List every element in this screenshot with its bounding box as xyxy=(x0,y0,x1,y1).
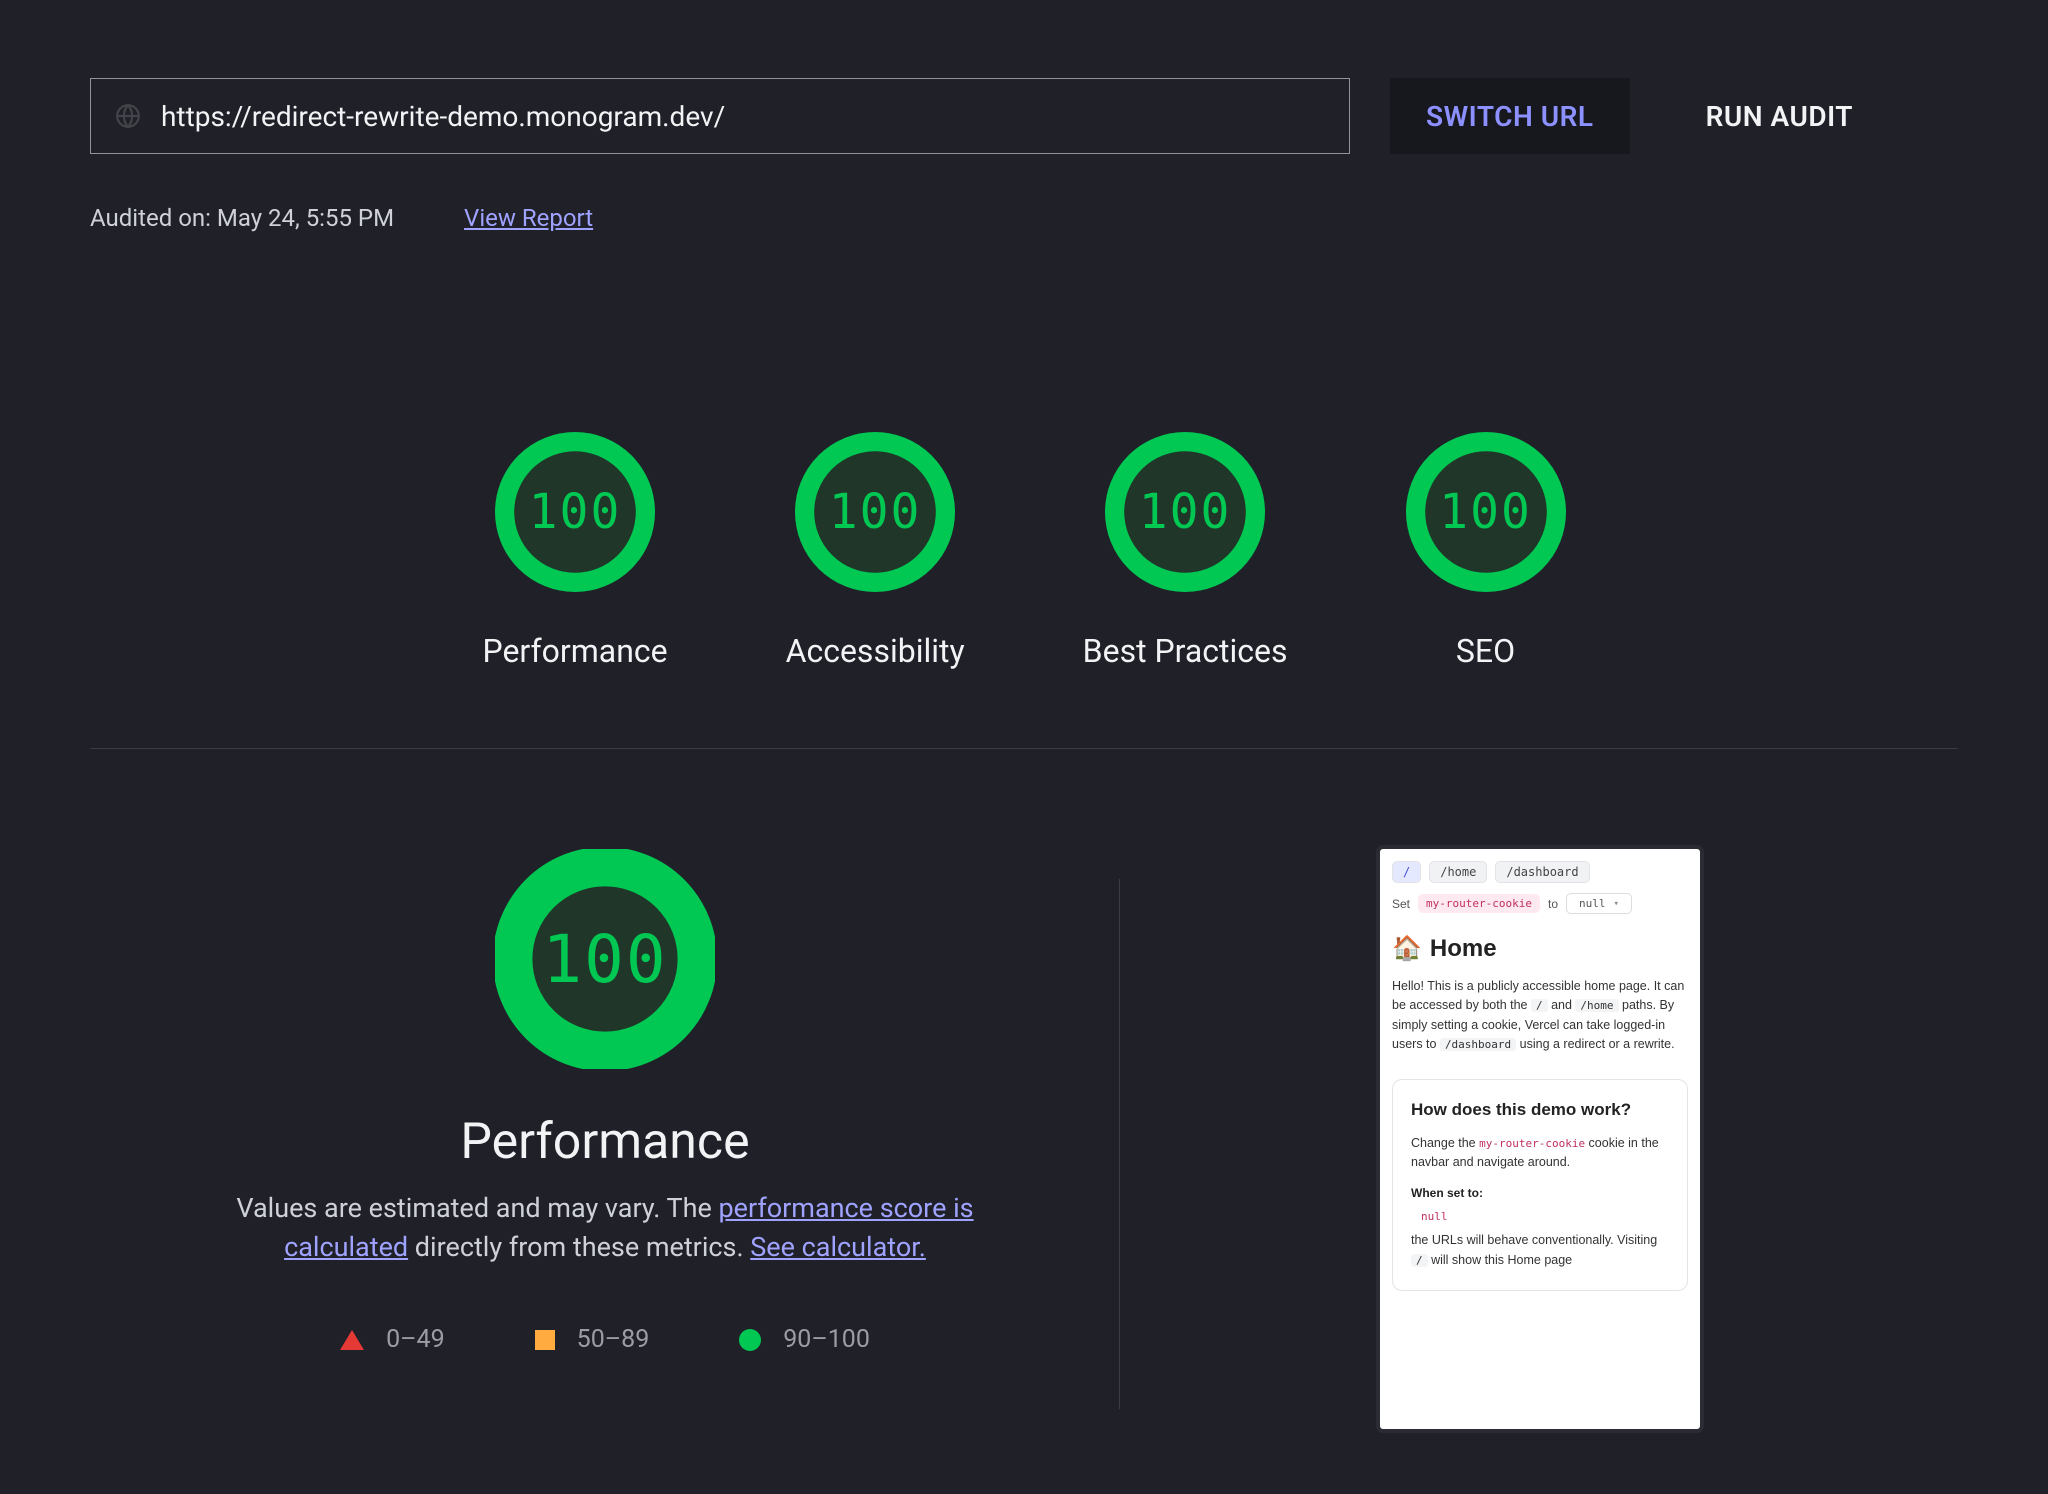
score-summary: 100 Performance 100 Accessibility 100 Be… xyxy=(90,432,1958,670)
preview-cookie-name: my-router-cookie xyxy=(1418,894,1540,913)
see-calculator-link[interactable]: See calculator. xyxy=(750,1231,926,1263)
url-text: https://redirect-rewrite-demo.monogram.d… xyxy=(161,100,725,133)
square-icon xyxy=(535,1330,555,1350)
score-label: SEO xyxy=(1456,632,1515,670)
preview-tab-home: /home xyxy=(1429,861,1487,883)
switch-url-button[interactable]: SWITCH URL xyxy=(1390,78,1630,154)
score-value: 100 xyxy=(795,432,955,592)
performance-detail: 100 Performance Values are estimated and… xyxy=(90,849,1120,1429)
run-audit-button[interactable]: RUN AUDIT xyxy=(1670,78,1889,154)
score-label: Accessibility xyxy=(786,632,965,670)
circle-icon xyxy=(739,1329,761,1351)
score-value: 100 xyxy=(495,432,655,592)
score-best-practices[interactable]: 100 Best Practices xyxy=(1083,432,1288,670)
score-value: 100 xyxy=(1105,432,1265,592)
preview-page-title: 🏠 Home xyxy=(1392,934,1688,963)
detail-title: Performance xyxy=(460,1113,749,1171)
divider xyxy=(90,748,1958,749)
score-accessibility[interactable]: 100 Accessibility xyxy=(786,432,965,670)
globe-icon xyxy=(115,103,141,129)
detail-description: Values are estimated and may vary. The p… xyxy=(235,1189,975,1267)
score-label: Best Practices xyxy=(1083,632,1288,670)
detail-score-value: 100 xyxy=(495,849,715,1069)
page-screenshot: / /home /dashboard Set my-router-cookie … xyxy=(1380,849,1700,1429)
triangle-icon xyxy=(340,1330,364,1350)
score-performance[interactable]: 100 Performance xyxy=(482,432,667,670)
vertical-divider xyxy=(1119,879,1120,1409)
preview-null-select: null▾ xyxy=(1566,893,1632,914)
score-label: Performance xyxy=(482,632,667,670)
score-seo[interactable]: 100 SEO xyxy=(1406,432,1566,670)
preview-tab-root: / xyxy=(1392,861,1421,883)
audited-on: Audited on: May 24, 5:55 PM xyxy=(90,204,394,232)
preview-info-card: How does this demo work? Change the my-r… xyxy=(1392,1079,1688,1292)
score-legend: 0–49 50–89 90–100 xyxy=(340,1325,870,1354)
view-report-link[interactable]: View Report xyxy=(464,204,593,232)
preview-tab-dashboard: /dashboard xyxy=(1495,861,1589,883)
preview-body-text: Hello! This is a publicly accessible hom… xyxy=(1392,977,1688,1055)
house-icon: 🏠 xyxy=(1392,934,1422,963)
score-value: 100 xyxy=(1406,432,1566,592)
url-input[interactable]: https://redirect-rewrite-demo.monogram.d… xyxy=(90,78,1350,154)
